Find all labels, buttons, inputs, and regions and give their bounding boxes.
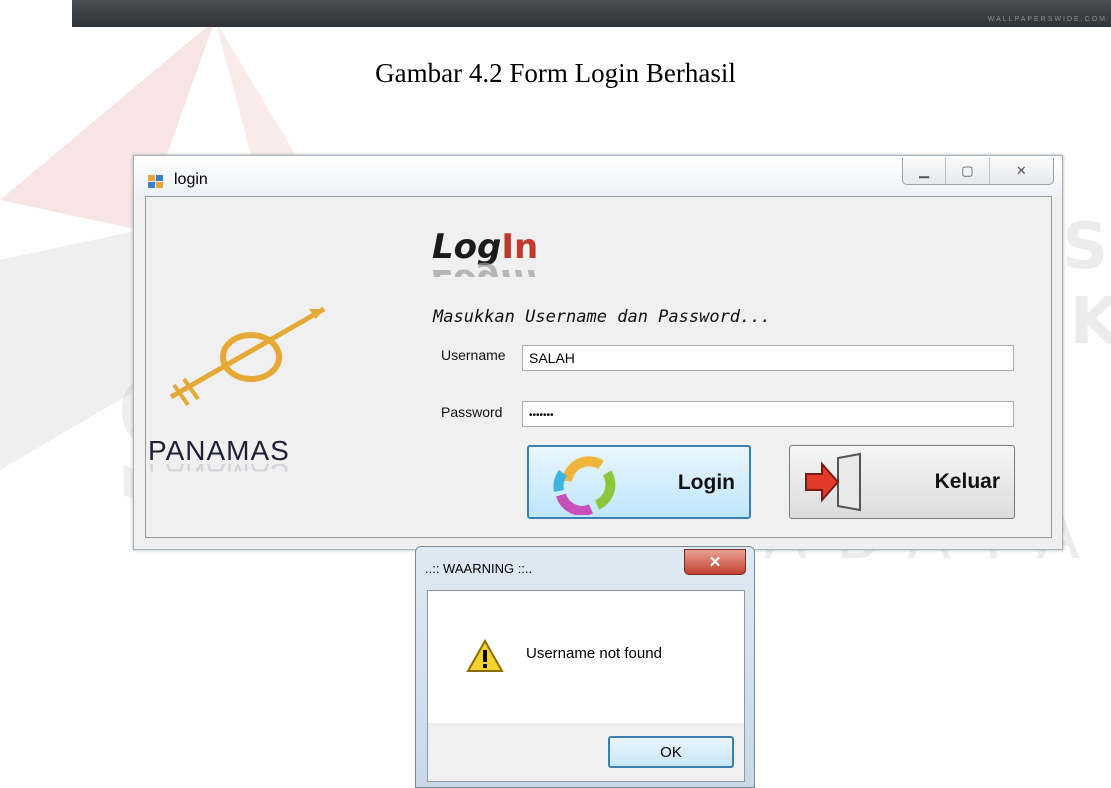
login-subtitle: Masukkan Username dan Password...: [433, 307, 771, 327]
password-label: Password: [441, 404, 503, 420]
login-button[interactable]: Login: [527, 445, 751, 519]
maximize-button[interactable]: ▢: [946, 158, 990, 184]
dialog-body: Username not found OK: [427, 590, 745, 782]
exit-button[interactable]: Keluar: [789, 445, 1015, 519]
login-heading-reflection: LogIn: [432, 261, 538, 301]
minimize-button[interactable]: ▁: [903, 158, 947, 184]
maximize-icon: ▢: [961, 163, 974, 178]
close-icon: ✕: [1015, 163, 1027, 178]
warning-icon: [466, 639, 504, 672]
dialog-footer: OK: [428, 723, 744, 781]
window-title: login: [174, 171, 208, 188]
logo-text-reflection: PANAMAS: [148, 458, 290, 489]
login-window: login ▁ ▢ ✕ PANAMAS PANAMAS LogIn LogIn …: [133, 155, 1063, 550]
ok-button[interactable]: OK: [608, 736, 734, 768]
username-label: Username: [441, 347, 506, 363]
close-button[interactable]: ✕: [990, 158, 1053, 184]
heading-log-reflection: Log: [432, 261, 502, 301]
figure-caption: Gambar 4.2 Form Login Berhasil: [375, 58, 736, 88]
login-form-body: PANAMAS PANAMAS LogIn LogIn Masukkan Use…: [145, 196, 1052, 538]
top-image-strip: WALLPAPERSWIDE.COM: [72, 0, 1111, 27]
refresh-icon: [553, 456, 616, 515]
wallpaper-credit: WALLPAPERSWIDE.COM: [987, 16, 1107, 23]
app-icon: [148, 175, 163, 188]
title-bar[interactable]: login ▁ ▢ ✕: [134, 156, 1062, 196]
exit-button-label: Keluar: [934, 470, 1000, 493]
dialog-close-button[interactable]: ✕: [684, 549, 746, 575]
window-controls: ▁ ▢ ✕: [902, 158, 1054, 185]
warning-dialog: ..:: WAARNING ::.. ✕ Username not found …: [415, 546, 755, 788]
dialog-message: Username not found: [526, 645, 662, 662]
login-button-label: Login: [677, 471, 735, 494]
password-input[interactable]: [522, 401, 1014, 427]
dialog-title: ..:: WAARNING ::..: [425, 561, 533, 576]
minimize-icon: ▁: [919, 163, 930, 178]
heading-in-reflection: In: [501, 261, 539, 301]
exit-door-icon: [805, 452, 861, 512]
arrow-target-icon: [169, 306, 326, 407]
company-logo: PANAMAS PANAMAS: [146, 257, 406, 477]
close-icon: ✕: [708, 553, 722, 571]
username-input[interactable]: [522, 345, 1014, 371]
